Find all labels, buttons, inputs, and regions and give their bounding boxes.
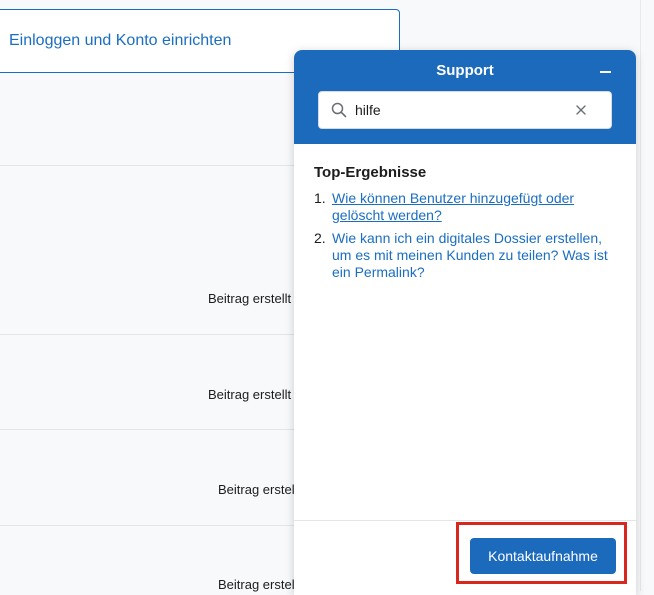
results-list: 1. Wie können Benutzer hinzugefügt oder … <box>314 190 614 287</box>
post-meta: Beitrag erstel <box>218 482 295 497</box>
close-icon[interactable] <box>571 100 591 120</box>
contact-button[interactable]: Kontaktaufnahme <box>470 538 616 574</box>
list-item: 1. Wie können Benutzer hinzugefügt oder … <box>314 190 614 224</box>
post-meta: Beitrag erstellt <box>208 291 292 306</box>
result-number: 2. <box>314 230 326 246</box>
search-icon <box>331 102 347 118</box>
search-input[interactable] <box>355 99 565 121</box>
support-title: Support <box>436 62 494 79</box>
list-item: 2. Wie kann ich ein digitales Dossier er… <box>314 230 614 281</box>
divider <box>0 334 300 335</box>
divider <box>0 165 300 166</box>
page-scroll-edge <box>640 0 654 591</box>
result-link[interactable]: Wie können Benutzer hinzugefügt oder gel… <box>332 190 614 224</box>
results-heading: Top-Ergebnisse <box>314 164 427 181</box>
support-header: Support <box>294 50 636 144</box>
divider <box>0 429 300 430</box>
support-widget: Support Top-Ergebnisse 1. Wie können Ben… <box>294 50 636 595</box>
result-number: 1. <box>314 190 326 206</box>
support-footer: Kontaktaufnahme <box>294 520 636 595</box>
minimize-button[interactable] <box>594 60 618 84</box>
contact-button-label: Kontaktaufnahme <box>488 548 598 564</box>
search-field[interactable] <box>318 91 612 129</box>
result-link[interactable]: Wie kann ich ein digitales Dossier erste… <box>332 230 614 281</box>
post-meta: Beitrag erstellt <box>208 387 292 402</box>
login-setup-label: Einloggen und Konto einrichten <box>9 32 232 49</box>
post-meta: Beitrag erstel <box>218 577 295 592</box>
divider <box>0 525 300 526</box>
